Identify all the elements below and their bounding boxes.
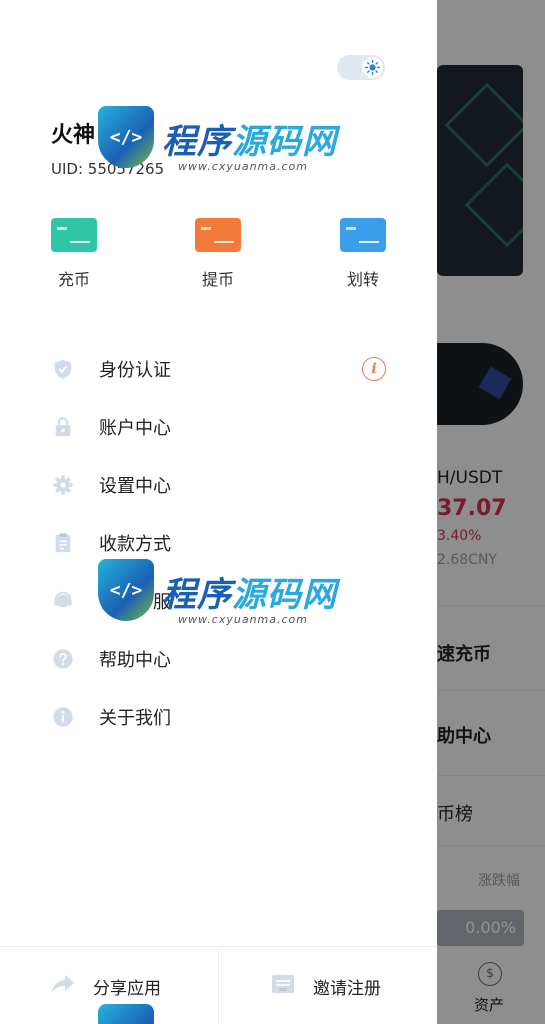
invite-icon xyxy=(271,973,295,999)
menu-label-about: 关于我们 xyxy=(99,708,171,729)
warning-icon[interactable]: i xyxy=(362,357,386,381)
watermark-title-b: 源码网 xyxy=(232,122,337,162)
menu-label-settings: 设置中心 xyxy=(99,476,171,497)
watermark-bottom xyxy=(98,1000,338,1024)
share-icon xyxy=(51,973,75,999)
info-icon xyxy=(51,705,75,729)
withdraw-card-icon xyxy=(195,218,241,252)
lock-icon xyxy=(51,415,75,439)
transfer-label: 划转 xyxy=(346,270,379,289)
sun-icon xyxy=(362,57,383,78)
watermark-url: www.cxyuanma.com xyxy=(178,160,308,173)
deposit-card-icon xyxy=(51,218,97,252)
watermark-logo-icon: </> xyxy=(98,106,154,168)
watermark-middle: </> 程序源码网 www.cxyuanma.com xyxy=(98,555,338,655)
menu-item-settings[interactable]: 设置中心 xyxy=(0,456,437,514)
menu-item-identity[interactable]: 身份认证 i xyxy=(0,340,437,398)
menu-item-about[interactable]: 关于我们 xyxy=(0,688,437,746)
question-icon xyxy=(51,647,75,671)
theme-toggle[interactable] xyxy=(337,55,385,80)
watermark-top: </> 程序源码网 www.cxyuanma.com xyxy=(98,102,338,202)
share-label: 分享应用 xyxy=(93,978,161,999)
drawer-menu: 身份认证 i 账户中心 设置中心 收款方式 在线客服 xyxy=(0,340,437,746)
transfer-card-icon xyxy=(340,218,386,252)
gear-icon xyxy=(51,473,75,497)
deposit-button[interactable]: 充币 xyxy=(44,218,104,290)
invite-label: 邀请注册 xyxy=(313,978,381,999)
watermark-title-a: 程序 xyxy=(162,122,232,162)
shield-check-icon xyxy=(51,357,75,381)
clipboard-icon xyxy=(51,531,75,555)
menu-label-account: 账户中心 xyxy=(99,418,171,439)
headset-icon xyxy=(51,589,75,613)
watermark-title-a: 程序 xyxy=(162,575,232,615)
deposit-label: 充币 xyxy=(57,270,90,289)
transfer-button[interactable]: 划转 xyxy=(333,218,393,290)
withdraw-label: 提币 xyxy=(201,270,234,289)
watermark-url: www.cxyuanma.com xyxy=(178,613,308,626)
watermark-logo-icon: </> xyxy=(98,559,154,621)
watermark-title-b: 源码网 xyxy=(232,575,337,615)
withdraw-button[interactable]: 提币 xyxy=(188,218,248,290)
username: 火神 xyxy=(51,123,96,148)
menu-label-identity: 身份认证 xyxy=(99,360,171,381)
menu-item-account[interactable]: 账户中心 xyxy=(0,398,437,456)
menu-label-payment: 收款方式 xyxy=(99,534,171,555)
watermark-logo-icon xyxy=(98,1004,154,1024)
